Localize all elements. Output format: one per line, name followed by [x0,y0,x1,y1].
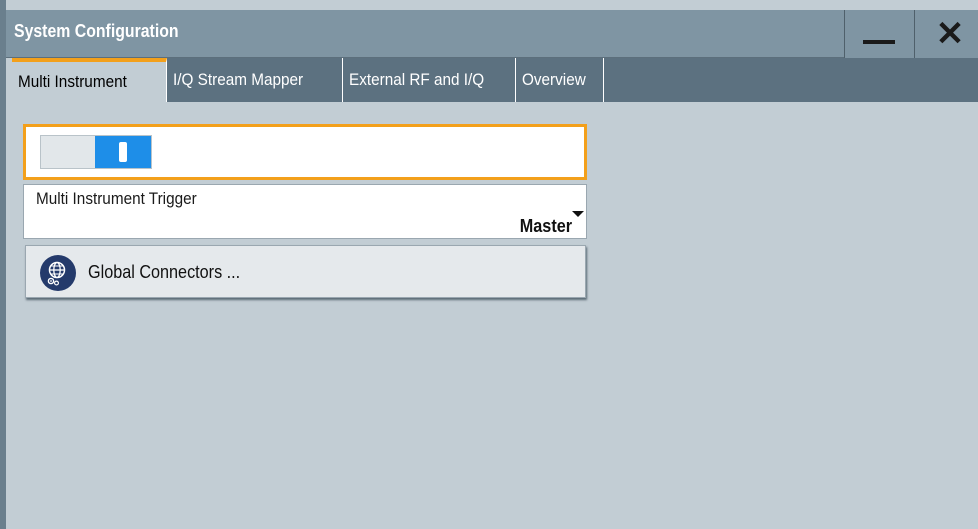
window-title: System Configuration [14,21,179,41]
tab-iq-stream-mapper[interactable]: I/Q Stream Mapper [167,58,343,102]
global-connectors-button[interactable]: Global Connectors ... [25,245,586,298]
global-connectors-label: Global Connectors ... [88,262,241,282]
title-bar: System Configuration ✕ [6,10,978,58]
tab-multi-instrument[interactable]: Multi Instrument [12,58,167,102]
chevron-down-icon [572,211,584,217]
toggle-on-indicator-icon [119,142,127,162]
multi-instrument-trigger-select[interactable]: Multi Instrument Trigger Master [23,184,587,239]
tab-bar: Multi Instrument I/Q Stream Mapper Exter… [12,58,978,102]
minimize-icon [863,40,895,44]
trigger-selected-value: Master [519,216,572,236]
globe-gear-icon-graphic [47,261,66,286]
system-configuration-window: System Configuration ✕ Multi Instrument … [0,0,978,529]
tab-label: I/Q Stream Mapper [173,70,304,89]
tab-label: Multi Instrument [18,72,127,91]
close-button[interactable]: ✕ [914,10,978,58]
state-toggle-switch[interactable] [40,135,152,169]
multi-instrument-state-field [23,124,587,180]
tab-label: External RF and I/Q [349,70,485,89]
globe-gear-icon [40,255,76,291]
trigger-label: Multi Instrument Trigger [36,189,197,208]
tab-overview[interactable]: Overview [516,58,604,102]
close-icon: ✕ [935,15,965,53]
tab-external-rf-and-iq[interactable]: External RF and I/Q [343,58,516,102]
toggle-knob [95,136,151,168]
tab-label: Overview [522,70,586,89]
minimize-button[interactable] [844,10,914,58]
